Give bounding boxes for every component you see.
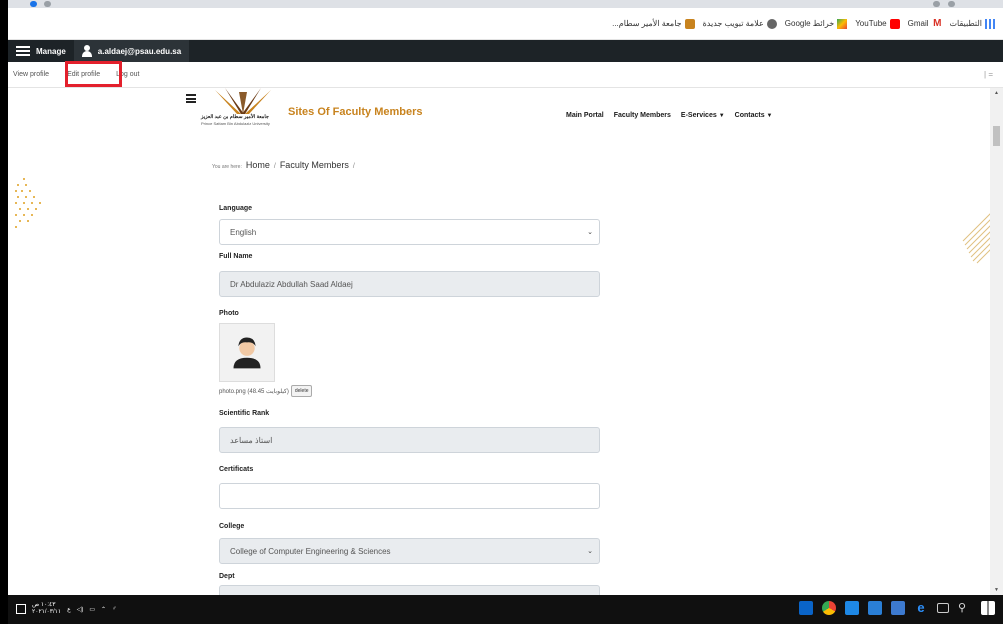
bookmark-psau[interactable]: جامعة الأمير سطام... [612, 18, 695, 29]
decorative-stripes [962, 212, 991, 264]
tab-strip [8, 0, 1003, 8]
manage-menu[interactable]: Manage [8, 40, 74, 62]
decorative-dots [15, 178, 41, 228]
admin-bar: Manage a.aldaej@psau.edu.sa [8, 40, 1003, 62]
windows-taskbar: ١٠:٤٣ ص ٢٠٢١/٠٣/١١ ع ◁) ▭ ⌃ ♂ e ⚲ [8, 595, 1003, 624]
nav-e-services[interactable]: E-Services ▼ [681, 112, 725, 119]
file-explorer-icon[interactable] [891, 601, 905, 615]
profile-photo [219, 323, 275, 382]
breadcrumb-home[interactable]: Home [246, 160, 270, 170]
chrome-icon[interactable] [822, 601, 836, 615]
account-submenu: View profile Edit profile Log out | = [8, 62, 1003, 88]
mail-icon[interactable] [845, 601, 859, 615]
maps-icon [837, 18, 848, 29]
certificats-label: Certificats [219, 466, 254, 473]
apps-grid-icon [985, 18, 995, 29]
nav-main-portal[interactable]: Main Portal [566, 112, 604, 119]
bookmark-apps[interactable]: التطبيقات [950, 18, 995, 29]
page-content: You are here: Home / Faculty Members / L… [8, 145, 991, 595]
breadcrumb: You are here: Home / Faculty Members / [212, 160, 355, 170]
scroll-down-icon[interactable]: ▼ [994, 587, 999, 593]
photo-label: Photo [219, 310, 239, 317]
outlook-icon[interactable] [799, 601, 813, 615]
bookmark-youtube[interactable]: YouTube [855, 18, 900, 29]
avatar-icon [233, 337, 261, 369]
main-nav: Main Portal Faculty Members E-Services ▼… [566, 112, 773, 119]
fullname-field[interactable]: Dr Abdulaziz Abdullah Saad Aldaej [219, 271, 600, 297]
network-icon[interactable]: ▭ [89, 606, 95, 613]
rank-field[interactable]: استاذ مساعد [219, 427, 600, 453]
view-profile-link[interactable]: View profile [8, 71, 54, 78]
edge-icon[interactable]: e [914, 601, 928, 615]
youtube-icon [889, 18, 900, 29]
university-logo-icon [684, 18, 695, 29]
windows-start-icon[interactable] [981, 601, 995, 615]
page-scrollbar[interactable]: ▲ ▼ [990, 88, 1003, 595]
college-select[interactable]: College of Computer Engineering & Scienc… [219, 538, 600, 564]
language-label: Language [219, 205, 253, 212]
college-label: College [219, 523, 245, 530]
logo-english-text: Prince Sattam Bin Abdulaziz University [201, 121, 270, 126]
menu-icon [16, 46, 30, 56]
scroll-up-icon[interactable]: ▲ [994, 90, 999, 96]
gmail-icon: M [933, 17, 942, 29]
browser-window: التطبيقات M Gmail YouTube خرائط Google ع… [8, 0, 1003, 624]
search-icon[interactable]: ⚲ [958, 601, 972, 615]
chevron-down-icon: ⌄ [587, 548, 593, 555]
window-control[interactable] [948, 1, 955, 7]
pinned-apps: e ⚲ [799, 601, 995, 615]
bookmark-new-tab[interactable]: علامة تبويب جديدة [703, 18, 777, 29]
chevron-up-icon[interactable]: ⌃ [101, 606, 106, 613]
volume-icon[interactable]: ◁) [77, 606, 84, 613]
notification-icon[interactable] [16, 604, 26, 614]
breadcrumb-faculty-members[interactable]: Faculty Members [280, 160, 349, 170]
clock[interactable]: ١٠:٤٣ ص ٢٠٢١/٠٣/١١ [32, 602, 61, 616]
rank-label: Scientific Rank [219, 410, 270, 417]
globe-icon [766, 18, 777, 29]
hamburger-icon[interactable] [186, 94, 196, 103]
tab-favicon[interactable] [30, 1, 37, 7]
input-language[interactable]: ع [67, 606, 71, 613]
language-select[interactable]: English ⌄ [219, 219, 600, 245]
task-view-icon[interactable] [937, 603, 949, 613]
logo-arabic-text: جامعة الأمير سطام بن عبد العزيز [201, 114, 269, 120]
system-tray: ١٠:٤٣ ص ٢٠٢١/٠٣/١١ ع ◁) ▭ ⌃ ♂ [16, 602, 117, 616]
site-header: جامعة الأمير سطام بن عبد العزيز Prince S… [8, 88, 990, 145]
store-icon[interactable] [868, 601, 882, 615]
scrollbar-thumb[interactable] [993, 126, 1000, 146]
submenu-toggle[interactable]: | = [984, 70, 993, 79]
certificats-field[interactable] [219, 483, 600, 509]
bookmark-maps[interactable]: خرائط Google [785, 18, 848, 29]
dept-label: Dept [219, 573, 235, 580]
chevron-down-icon: ⌄ [587, 229, 593, 236]
tab-favicon[interactable] [44, 1, 51, 7]
window-control[interactable] [933, 1, 940, 7]
people-icon[interactable]: ♂ [112, 606, 117, 612]
user-account-menu[interactable]: a.aldaej@psau.edu.sa [73, 40, 190, 62]
caret-down-icon: ▼ [718, 113, 725, 119]
bookmarks-bar: التطبيقات M Gmail YouTube خرائط Google ع… [8, 8, 1003, 40]
dept-select[interactable] [219, 585, 600, 595]
bookmark-gmail[interactable]: M Gmail [908, 17, 942, 29]
nav-contacts[interactable]: Contacts ▼ [735, 112, 773, 119]
site-title[interactable]: Sites Of Faculty Members [288, 106, 423, 118]
user-icon [81, 45, 92, 57]
caret-down-icon: ▼ [766, 113, 773, 119]
edit-profile-highlight [65, 61, 122, 87]
nav-faculty-members[interactable]: Faculty Members [614, 112, 671, 119]
photo-file-info: photo.png (48.45 كيلوبايت) delete [219, 385, 313, 397]
delete-photo-button[interactable]: delete [290, 385, 313, 397]
fullname-label: Full Name [219, 253, 253, 260]
